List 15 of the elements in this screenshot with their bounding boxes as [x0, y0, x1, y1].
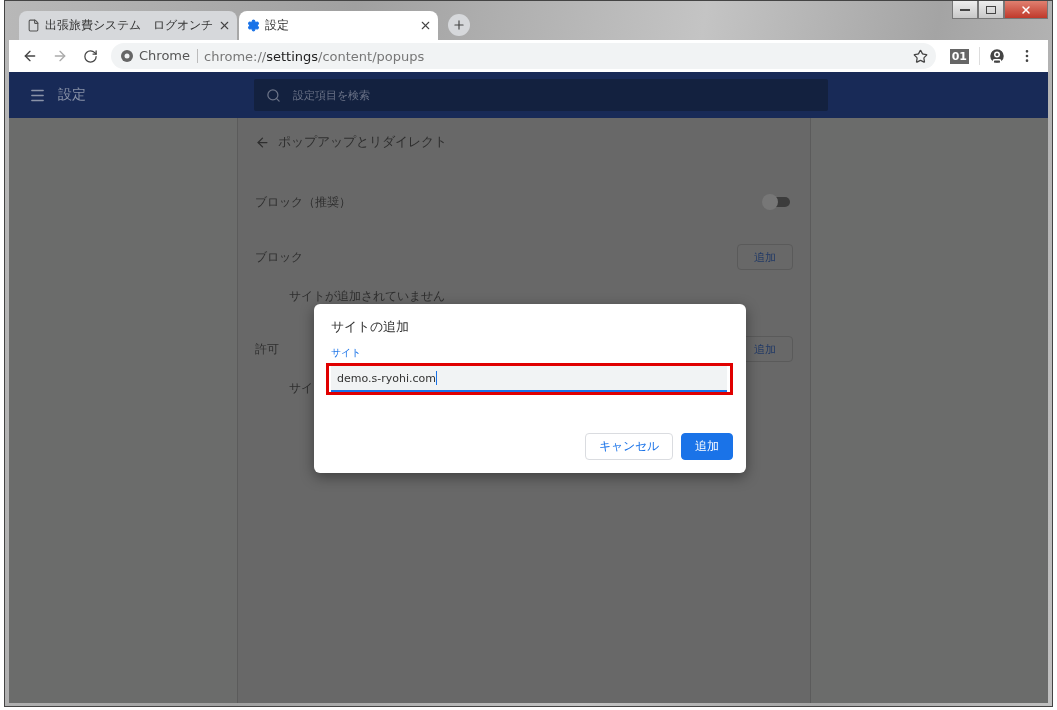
extension-badge[interactable]: 01 — [949, 48, 969, 64]
confirm-button[interactable]: 追加 — [681, 433, 733, 460]
tab-title: 出張旅費システム ログオンチ — [45, 17, 213, 34]
site-label: Chrome — [139, 49, 198, 63]
address-bar[interactable]: Chrome chrome://settings/content/popups — [111, 43, 936, 69]
browser-tab[interactable]: 出張旅費システム ログオンチ — [19, 11, 237, 40]
cancel-button[interactable]: キャンセル — [585, 433, 673, 460]
search-field[interactable]: 設定項目を検索 — [254, 79, 828, 111]
url-text: chrome://settings/content/popups — [204, 48, 426, 64]
site-input-field[interactable]: demo.s-ryohi.com — [331, 366, 727, 392]
browser-tab[interactable]: 設定 — [239, 11, 438, 40]
field-label: サイト — [331, 346, 361, 360]
dialog-title: サイトの追加 — [331, 318, 410, 336]
settings-title: 設定 — [58, 86, 87, 104]
tab-title: 設定 — [265, 17, 290, 34]
